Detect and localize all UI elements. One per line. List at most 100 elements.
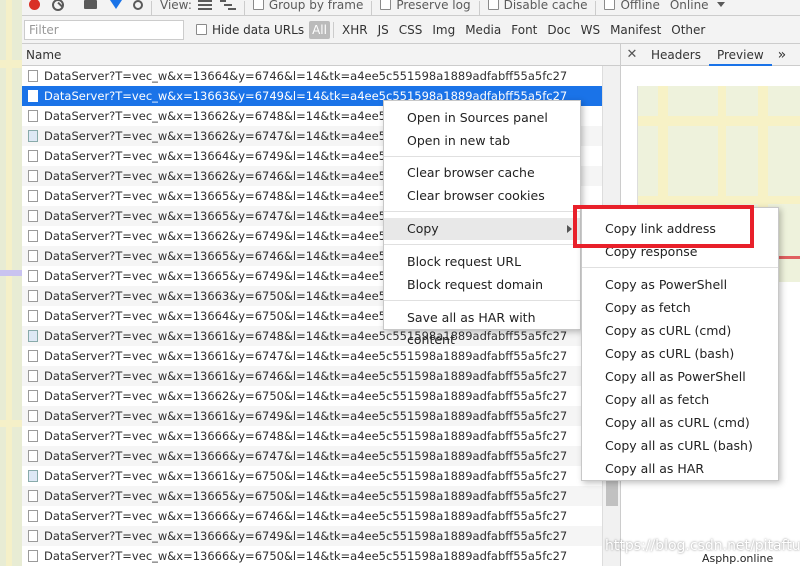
view-label: View:: [160, 0, 192, 12]
type-filter-css[interactable]: CSS: [394, 23, 428, 37]
close-icon[interactable]: ✕: [621, 47, 643, 62]
file-icon: [28, 110, 38, 122]
overview-toggle[interactable]: [219, 0, 236, 16]
waterfall-icon: [219, 0, 236, 10]
name-column-header[interactable]: Name: [22, 44, 620, 66]
checkbox-box[interactable]: [380, 0, 392, 10]
watermark-site: Asphp.online: [700, 552, 776, 565]
filter-input[interactable]: [24, 19, 184, 40]
menu-copy-all-as-har[interactable]: Copy all as HAR: [582, 458, 778, 480]
large-rows-toggle[interactable]: [197, 0, 212, 16]
copy-submenu: Copy link address Copy response Copy as …: [581, 207, 779, 481]
checkbox-box[interactable]: [196, 24, 207, 35]
menu-copy-as-curl-cmd[interactable]: Copy as cURL (cmd): [582, 320, 778, 342]
menu-copy-all-as-curl-cmd[interactable]: Copy all as cURL (cmd): [582, 412, 778, 434]
throttling-select[interactable]: Online: [670, 0, 725, 16]
table-row[interactable]: DataServer?T=vec_w&x=13666&y=6749&l=14&t…: [22, 526, 602, 546]
type-filter-all[interactable]: All: [309, 20, 330, 39]
menu-open-in-sources[interactable]: Open in Sources panel: [384, 107, 580, 129]
preserve-log-label: Preserve log: [396, 0, 471, 12]
preserve-log-checkbox[interactable]: Preserve log: [380, 0, 471, 16]
menu-divider: [582, 267, 778, 268]
table-row[interactable]: DataServer?T=vec_w&x=13661&y=6750&l=14&t…: [22, 466, 602, 486]
request-name: DataServer?T=vec_w&x=13666&y=6746&l=14&t…: [44, 509, 568, 523]
file-icon: [28, 390, 38, 402]
type-filter-font[interactable]: Font: [506, 23, 542, 37]
menu-copy-all-as-fetch[interactable]: Copy all as fetch: [582, 389, 778, 411]
network-toolbar: View: Group by frame Preserve log Disabl…: [22, 0, 800, 16]
tab-preview[interactable]: Preview: [708, 44, 772, 66]
menu-divider: [384, 211, 580, 212]
table-row[interactable]: DataServer?T=vec_w&x=13666&y=6748&l=14&t…: [22, 426, 602, 446]
type-filter-ws[interactable]: WS: [576, 23, 605, 37]
menu-divider: [384, 156, 580, 157]
checkbox-box[interactable]: [487, 0, 499, 10]
file-icon: [28, 290, 38, 302]
toolbar-divider: [595, 0, 597, 15]
group-by-frame-checkbox[interactable]: Group by frame: [252, 0, 363, 16]
menu-divider: [384, 244, 580, 245]
table-row[interactable]: DataServer?T=vec_w&x=13666&y=6750&l=14&t…: [22, 546, 602, 566]
file-icon: [28, 70, 38, 82]
table-row[interactable]: DataServer?T=vec_w&x=13664&y=6746&l=14&t…: [22, 66, 602, 86]
type-filter-manifest[interactable]: Manifest: [605, 23, 666, 37]
menu-copy-all-as-powershell[interactable]: Copy all as PowerShell: [582, 366, 778, 388]
menu-copy-as-fetch[interactable]: Copy as fetch: [582, 297, 778, 319]
type-filter-doc[interactable]: Doc: [542, 23, 575, 37]
file-icon: [28, 150, 38, 162]
table-row[interactable]: DataServer?T=vec_w&x=13661&y=6749&l=14&t…: [22, 406, 602, 426]
table-row[interactable]: DataServer?T=vec_w&x=13666&y=6746&l=14&t…: [22, 506, 602, 526]
request-name: DataServer?T=vec_w&x=13664&y=6746&l=14&t…: [44, 69, 568, 83]
type-filter-js[interactable]: JS: [373, 23, 394, 37]
map-background-strip: [0, 0, 22, 566]
menu-copy-as-powershell[interactable]: Copy as PowerShell: [582, 274, 778, 296]
file-icon: [28, 330, 38, 342]
menu-clear-cache[interactable]: Clear browser cache: [384, 162, 580, 184]
type-filter-img[interactable]: Img: [427, 23, 460, 37]
file-icon: [28, 410, 38, 422]
disable-cache-label: Disable cache: [503, 0, 588, 12]
menu-block-request-domain[interactable]: Block request domain: [384, 274, 580, 296]
map-road: [6, 0, 12, 566]
table-row[interactable]: DataServer?T=vec_w&x=13666&y=6747&l=14&t…: [22, 446, 602, 466]
menu-copy-as-curl-bash[interactable]: Copy as cURL (bash): [582, 343, 778, 365]
toolbar-divider: [243, 0, 245, 15]
tab-headers[interactable]: Headers: [643, 44, 709, 66]
menu-copy[interactable]: Copy: [384, 218, 580, 240]
clear-icon[interactable]: [52, 0, 64, 11]
table-row[interactable]: DataServer?T=vec_w&x=13661&y=6747&l=14&t…: [22, 346, 602, 366]
table-row[interactable]: DataServer?T=vec_w&x=13661&y=6746&l=14&t…: [22, 366, 602, 386]
filter-divider: [332, 21, 334, 38]
request-name: DataServer?T=vec_w&x=13661&y=6746&l=14&t…: [44, 369, 568, 383]
hide-data-urls-checkbox[interactable]: Hide data URLs: [196, 23, 304, 37]
file-icon: [28, 370, 38, 382]
file-icon: [28, 550, 38, 562]
record-icon[interactable]: [29, 0, 40, 10]
menu-copy-label: Copy: [407, 221, 439, 236]
menu-block-request-url[interactable]: Block request URL: [384, 251, 580, 273]
table-row[interactable]: DataServer?T=vec_w&x=13665&y=6750&l=14&t…: [22, 486, 602, 506]
type-filter-other[interactable]: Other: [666, 23, 710, 37]
request-name: DataServer?T=vec_w&x=13661&y=6750&l=14&t…: [44, 469, 568, 483]
request-name: DataServer?T=vec_w&x=13666&y=6749&l=14&t…: [44, 529, 568, 543]
toolbar-divider: [478, 0, 480, 15]
menu-copy-all-as-curl-bash[interactable]: Copy all as cURL (bash): [582, 435, 778, 457]
menu-clear-cookies[interactable]: Clear browser cookies: [384, 185, 580, 207]
file-icon: [28, 490, 38, 502]
offline-checkbox[interactable]: Offline: [604, 0, 660, 16]
checkbox-box[interactable]: [604, 0, 616, 10]
menu-open-in-new-tab[interactable]: Open in new tab: [384, 130, 580, 152]
list-view-icon: [197, 0, 212, 10]
table-row[interactable]: DataServer?T=vec_w&x=13662&y=6750&l=14&t…: [22, 386, 602, 406]
menu-save-har[interactable]: Save all as HAR with content: [384, 307, 580, 347]
file-icon: [28, 310, 38, 322]
type-filter-xhr[interactable]: XHR: [337, 23, 373, 37]
filter-icon[interactable]: [110, 0, 122, 9]
disable-cache-checkbox[interactable]: Disable cache: [487, 0, 588, 16]
checkbox-box[interactable]: [252, 0, 264, 10]
file-icon: [28, 190, 38, 202]
type-filter-media[interactable]: Media: [460, 23, 506, 37]
camera-icon[interactable]: [84, 0, 97, 9]
search-icon[interactable]: [133, 0, 143, 10]
more-tabs-icon[interactable]: »: [778, 47, 787, 63]
